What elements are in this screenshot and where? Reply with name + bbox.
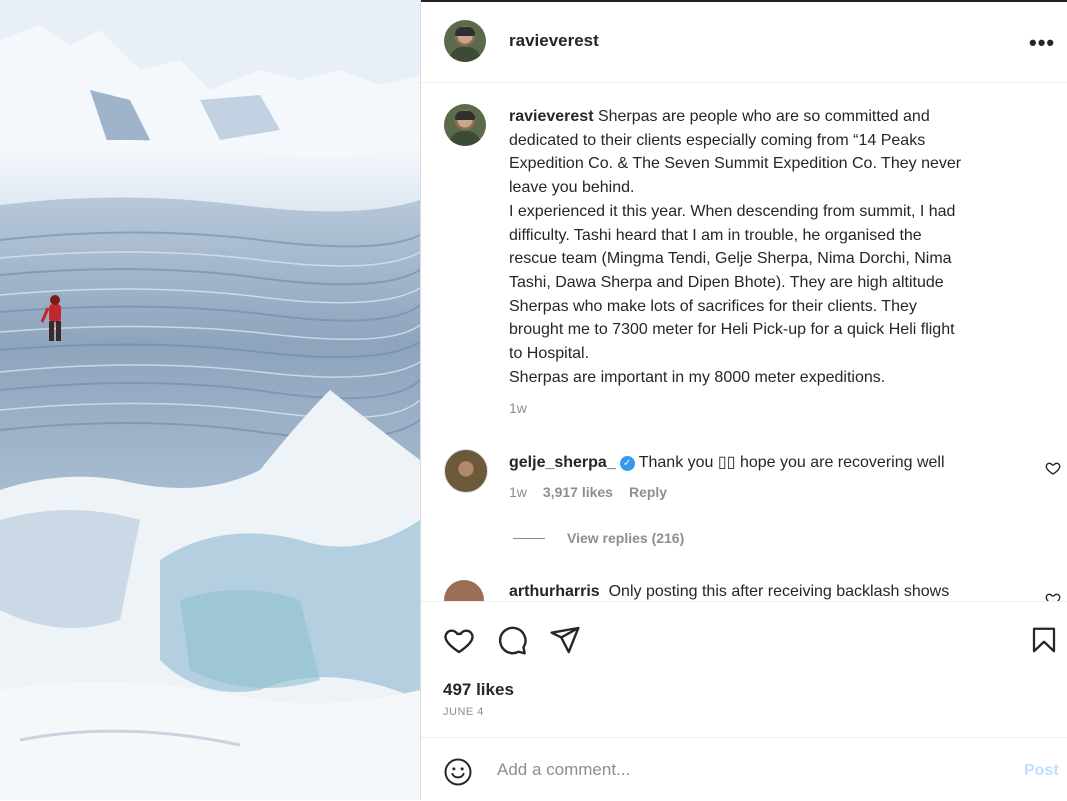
comment-likes[interactable]: 3,917 likes: [543, 484, 613, 500]
verified-badge-icon: ✓: [619, 456, 635, 471]
comment-username-2[interactable]: arthurharris: [509, 583, 600, 600]
comment-body-2: Only posting this after receiving backla…: [608, 583, 950, 600]
caption-line-5: difficulty. Tashi heard that I am in tro…: [509, 226, 922, 244]
post-actions: 497 likes JUNE 4: [421, 601, 1067, 738]
caption-text: ravieverest Sherpas are people who are s…: [509, 105, 1041, 389]
heart-icon[interactable]: [443, 624, 475, 656]
likes-count[interactable]: 497 likes: [443, 680, 514, 700]
top-border: [421, 0, 1067, 2]
caption-line-9: brought me to 7300 meter for Heli Pick-u…: [509, 321, 955, 339]
comment-like-heart-icon[interactable]: [1045, 460, 1061, 476]
ice-wall-illustration: [0, 0, 420, 800]
comment-body: Thank you ▯▯ hope you are recovering wel…: [638, 454, 945, 471]
post-date: JUNE 4: [443, 706, 484, 718]
comment-time[interactable]: 1w: [509, 484, 527, 500]
comment-reply-button[interactable]: Reply: [629, 484, 667, 500]
post-side-panel: ravieverest ••• ravieverest Sherpas are …: [421, 0, 1067, 800]
comment-text-2: arthurharris Only posting this after rec…: [509, 583, 949, 601]
caption-line-6: rescue team (Mingma Tendi, Gelje Sherpa,…: [509, 250, 952, 268]
add-comment-bar: Post: [421, 737, 1067, 801]
comments-section[interactable]: ravieverest Sherpas are people who are s…: [421, 83, 1067, 601]
author-username[interactable]: ravieverest: [509, 31, 599, 51]
caption-username[interactable]: ravieverest: [509, 108, 594, 125]
post-header: ravieverest •••: [421, 0, 1067, 83]
smiley-icon[interactable]: [443, 757, 473, 787]
comment-username[interactable]: gelje_sherpa_: [509, 454, 616, 471]
caption-avatar[interactable]: [444, 104, 486, 146]
comment-avatar[interactable]: [444, 449, 488, 493]
view-replies-line: [513, 538, 545, 539]
bookmark-icon[interactable]: [1029, 624, 1059, 656]
paper-plane-icon[interactable]: [549, 624, 581, 656]
caption-line-0: Sherpas are people who are so committed …: [593, 108, 930, 125]
caption-line-8: Sherpas who make lots of sacrifices for …: [509, 297, 917, 315]
view-replies-button[interactable]: View replies (216): [513, 530, 684, 546]
more-options-icon[interactable]: •••: [1029, 30, 1055, 56]
post-comment-button[interactable]: Post: [1024, 762, 1059, 780]
caption-line-4: I experienced it this year. When descend…: [509, 202, 956, 220]
caption-line-3: leave you behind.: [509, 179, 635, 197]
caption-line-2: Expedition Co. & The Seven Summit Expedi…: [509, 155, 962, 173]
comment-meta: 1w 3,917 likes Reply: [509, 484, 683, 500]
caption-line-1: dedicated to their clients especially co…: [509, 131, 926, 149]
comment-like-heart-icon-2[interactable]: [1045, 591, 1061, 601]
author-avatar[interactable]: [444, 20, 486, 62]
view-replies-label: View replies (216): [567, 530, 685, 546]
comment-text: gelje_sherpa_ ✓ Thank you ▯▯ hope you are …: [509, 452, 945, 472]
post-image[interactable]: [0, 0, 420, 800]
caption-time[interactable]: 1w: [509, 400, 527, 416]
caption-line-11: Sherpas are important in my 8000 meter e…: [509, 368, 886, 386]
comment-avatar-2[interactable]: [444, 580, 484, 601]
comment-input[interactable]: [495, 756, 999, 784]
caption-line-10: to Hospital.: [509, 345, 590, 363]
caption-line-7: Tashi, Dawa Sherpa and Dipen Bhote). The…: [509, 273, 944, 291]
comment-icon[interactable]: [496, 624, 528, 656]
